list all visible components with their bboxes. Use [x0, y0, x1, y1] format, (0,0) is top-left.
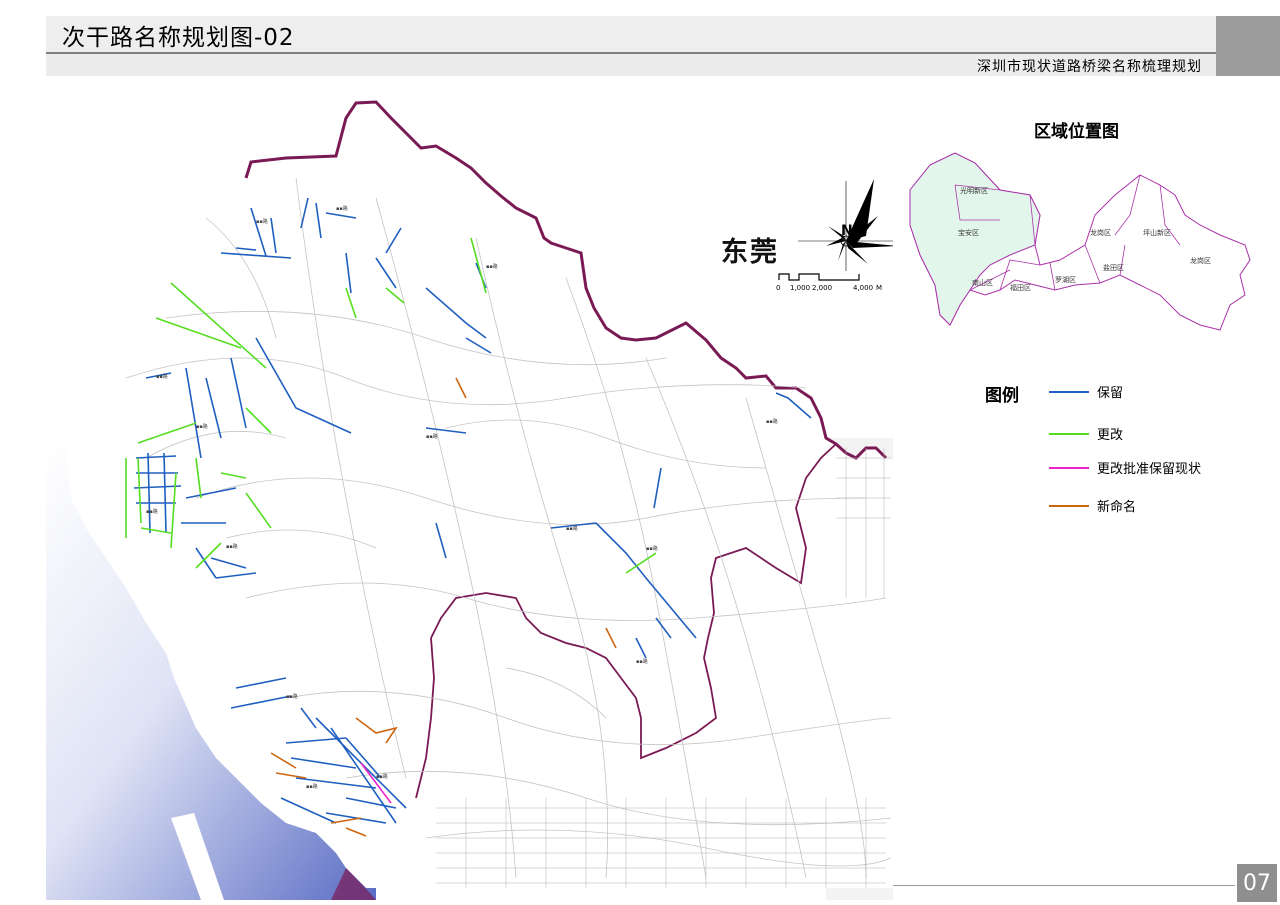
district-baoan: 宝安区 [958, 228, 979, 237]
svg-text:▪▪路: ▪▪路 [256, 218, 268, 225]
scale-tick-0: 0 [776, 284, 781, 292]
district-luohu: 罗湖区 [1055, 275, 1076, 284]
district-nanshan: 南山区 [972, 278, 993, 287]
district-yantian: 盐田区 [1103, 263, 1124, 272]
dongguan-label: 东莞 [721, 237, 779, 268]
svg-text:▪▪路: ▪▪路 [636, 658, 648, 665]
north-label: N [841, 223, 853, 239]
scale-tick-1: 1,000 [790, 284, 811, 292]
svg-text:▪▪路: ▪▪路 [376, 773, 388, 780]
legend-label-retain: 保留 [1097, 386, 1124, 401]
svg-text:▪▪路: ▪▪路 [766, 418, 778, 425]
legend-title: 图例 [985, 386, 1019, 406]
corner-block [1216, 16, 1280, 76]
legend-label-approved: 更改批准保留现状 [1097, 462, 1202, 477]
district-longgang: 龙岗区 [1090, 228, 1111, 237]
svg-text:▪▪路: ▪▪路 [646, 545, 658, 552]
map-canvas: ▪▪路▪▪路▪▪路 ▪▪路▪▪路▪▪路 ▪▪路▪▪路▪▪路 ▪▪路▪▪路▪▪路 … [46, 100, 893, 900]
page-title: 次干路名称规划图-02 [62, 25, 295, 51]
main-map: ▪▪路 ▪▪路 ▪▪路 ▪▪路 ▪▪路 ▪▪路 ▪▪路 ▪▪路 ▪▪路 ▪▪路 ▪▪路 ▪▪路 … [46, 78, 893, 900]
district-pingshan: 坪山新区 [1143, 228, 1171, 237]
scale-unit: M [876, 284, 883, 292]
svg-text:▪▪路: ▪▪路 [306, 783, 318, 790]
svg-text:▪▪路: ▪▪路 [336, 205, 348, 212]
scale-tick-2: 2,000 [812, 284, 833, 292]
location-map: 光明新区 宝安区 龙岗区 坪山新区 盐田区 龙岗区 南山区 福田区 罗湖区 [909, 152, 1251, 331]
bottom-rule [893, 885, 1235, 886]
svg-text:▪▪路: ▪▪路 [486, 263, 498, 270]
svg-text:▪▪路: ▪▪路 [426, 433, 438, 440]
scale-tick-3: 4,000 [853, 284, 874, 292]
district-futian: 福田区 [1010, 283, 1031, 292]
location-map-title: 区域位置图 [1034, 122, 1119, 142]
svg-text:▪▪路: ▪▪路 [226, 543, 238, 550]
legend-swatch-retain [1049, 391, 1089, 393]
svg-text:▪▪路: ▪▪路 [566, 525, 578, 532]
svg-text:▪▪路: ▪▪路 [286, 693, 298, 700]
district-longgang-2: 龙岗区 [1190, 256, 1211, 265]
highlighted-district [909, 152, 1041, 326]
page-number: 07 [1237, 864, 1277, 902]
legend-label-change: 更改 [1097, 428, 1124, 443]
scale-bar [778, 273, 860, 281]
legend-swatch-approved [1049, 467, 1089, 469]
svg-text:▪▪路: ▪▪路 [156, 373, 168, 380]
svg-text:▪▪路: ▪▪路 [196, 423, 208, 430]
legend-label-new: 新命名 [1097, 500, 1137, 515]
legend-swatch-new [1049, 505, 1089, 507]
page-subtitle: 深圳市现状道路桥梁名称梳理规划 [977, 59, 1202, 75]
svg-text:▪▪路: ▪▪路 [146, 508, 158, 515]
legend-swatch-change [1049, 433, 1089, 435]
district-guangming: 光明新区 [960, 186, 988, 195]
